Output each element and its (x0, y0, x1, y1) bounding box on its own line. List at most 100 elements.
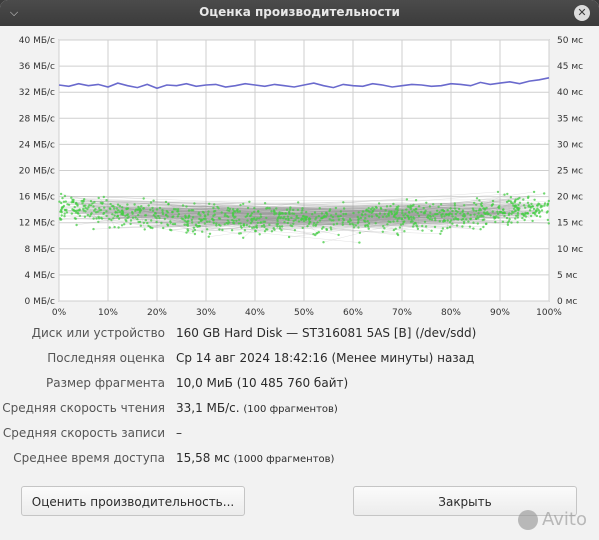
access-time-point (84, 210, 87, 213)
access-time-point (276, 222, 280, 226)
access-time-point (405, 208, 408, 211)
access-time-point (137, 213, 140, 217)
access-time-point (396, 207, 399, 210)
access-time-point (371, 209, 375, 212)
benchmark-button[interactable]: Оценить производительность... (21, 486, 245, 516)
y-left-tick-label: 32 МБ/с (19, 88, 55, 98)
access-time-point (289, 206, 292, 209)
access-time-point (139, 209, 143, 212)
access-time-point (266, 228, 269, 231)
access-time-point (77, 212, 80, 215)
access-time-point (425, 201, 428, 204)
watermark: Avito (518, 509, 587, 530)
access-time-point (63, 212, 66, 215)
access-time-point (496, 210, 499, 213)
access-time-point (238, 218, 241, 221)
y-right-tick-label: 50 мс (557, 36, 583, 46)
access-time-point (472, 209, 475, 212)
access-time-point (461, 209, 465, 212)
access-time-point (273, 213, 276, 216)
y-right-tick-label: 0 мс (557, 297, 577, 307)
access-time-point (226, 209, 229, 212)
access-time-point (442, 209, 445, 213)
access-time-point (78, 214, 82, 217)
access-time-point (258, 233, 261, 236)
access-time-point (90, 212, 93, 215)
access-time-point (226, 219, 230, 222)
access-time-point (86, 213, 90, 217)
x-tick-label: 10% (98, 308, 118, 318)
access-time-point (155, 216, 158, 220)
access-time-point (398, 226, 402, 229)
access-time-point (533, 198, 536, 201)
access-time-point (270, 210, 273, 213)
access-time-point (116, 203, 120, 206)
access-time-point (393, 214, 396, 218)
access-time-point (262, 220, 265, 223)
access-time-point (225, 221, 228, 225)
access-time-point (212, 206, 215, 210)
access-time-point (414, 199, 418, 202)
access-time-point (493, 217, 496, 220)
access-time-point (232, 219, 235, 223)
access-time-point (113, 214, 116, 217)
access-time-point (238, 232, 241, 235)
access-time-point (123, 223, 126, 226)
access-time-point (110, 218, 113, 222)
access-time-point (290, 216, 293, 219)
access-time-point (255, 226, 259, 229)
access-time-point (139, 224, 142, 227)
access-time-point (246, 214, 249, 217)
access-time-point (531, 205, 534, 208)
access-time-point (100, 216, 103, 219)
access-time-point (417, 205, 421, 208)
read-rate-label: Средняя скорость чтения (2, 401, 165, 415)
access-time-point (275, 207, 278, 210)
x-tick-label: 20% (147, 308, 167, 318)
access-time-point (463, 215, 466, 218)
access-time-point (480, 204, 484, 208)
access-time-point (206, 228, 209, 231)
access-time-point (223, 214, 226, 218)
access-time-point (434, 219, 437, 222)
y-left-tick-label: 4 МБ/с (24, 271, 55, 281)
access-time-point (220, 211, 223, 214)
access-time-point (520, 212, 524, 216)
access-time-point (433, 225, 437, 229)
access-time-point (284, 217, 288, 221)
access-time-point (535, 214, 539, 218)
access-time-point (199, 214, 202, 217)
access-time-point (514, 217, 517, 220)
access-time-point (246, 219, 249, 222)
access-time-point (112, 217, 115, 220)
access-time-point (342, 218, 346, 222)
access-time-point (162, 226, 165, 230)
access-time-point (531, 219, 534, 223)
access-time-point (313, 211, 317, 214)
access-time-point (312, 224, 315, 227)
access-time-point (125, 214, 129, 217)
access-time-point (383, 212, 386, 216)
access-time-point (368, 210, 371, 214)
access-time-point (482, 211, 486, 214)
close-icon[interactable]: ✕ (574, 5, 590, 21)
access-time-point (447, 212, 450, 216)
access-time-point (416, 225, 419, 228)
access-time-point (151, 206, 154, 210)
access-time-point (485, 222, 488, 225)
access-time-point (465, 218, 468, 221)
access-time-point (518, 201, 522, 204)
access-time-point (330, 228, 333, 231)
access-time-point (317, 230, 320, 234)
access-time-point (435, 213, 438, 216)
y-left-tick-label: 28 МБ/с (19, 114, 55, 124)
access-time-point (461, 217, 465, 221)
access-time-point (98, 209, 101, 212)
access-time-point (305, 216, 308, 219)
access-time-point (102, 195, 106, 199)
access-time-point (316, 221, 319, 224)
access-time-point (142, 197, 145, 200)
access-time-point (70, 201, 73, 204)
access-time-point (190, 218, 193, 222)
y-right-tick-label: 35 мс (557, 114, 583, 124)
